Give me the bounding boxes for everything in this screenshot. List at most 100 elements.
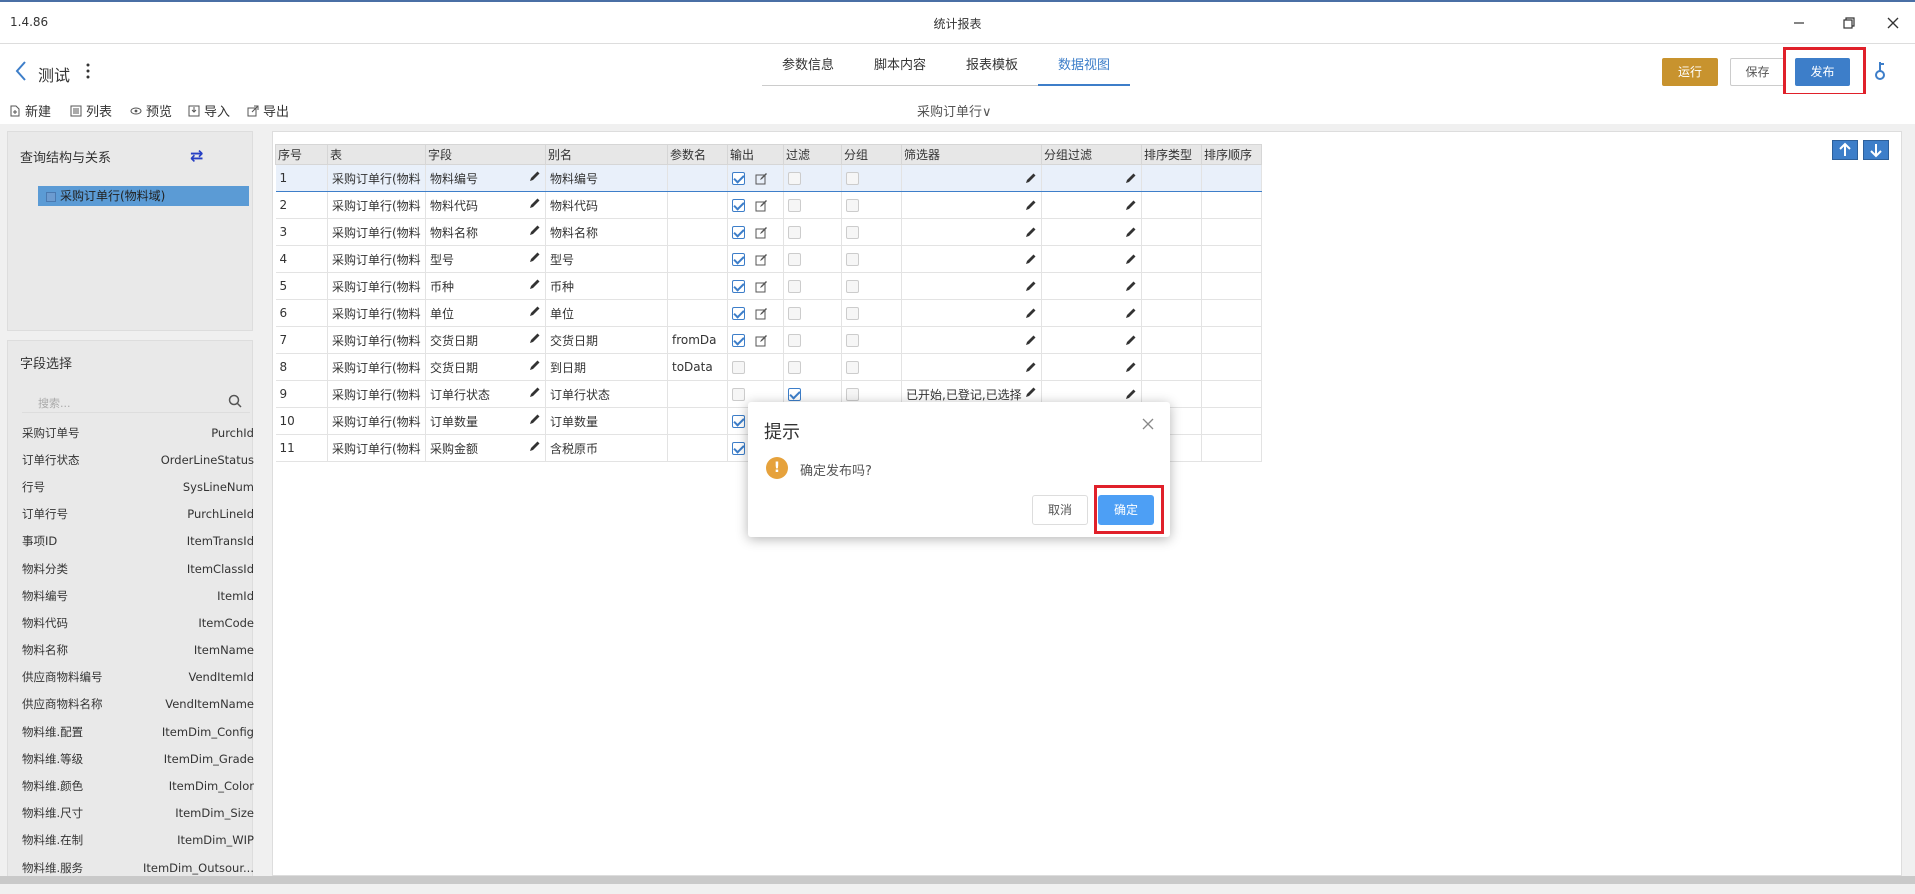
field-edit-pencil-icon[interactable] [529,305,541,317]
filter-pencil-icon[interactable] [1025,361,1037,373]
cell-field[interactable]: 交货日期 [425,353,546,381]
cell-param[interactable] [667,245,728,273]
table-row[interactable]: 7 采购订单行(物料 交货日期 交货日期 fromDa [275,326,1262,354]
cell-table[interactable]: 采购订单行(物料 [327,353,426,381]
column-header[interactable]: 序号 [275,144,328,165]
new-button[interactable]: 新建 [9,101,51,120]
column-header[interactable]: 排序类型 [1141,144,1202,165]
cell-param[interactable]: fromDa [667,326,728,354]
cell-alias[interactable]: 币种 [545,272,668,300]
cell-filter-value[interactable] [901,191,1042,219]
group-filter-pencil-icon[interactable] [1125,307,1137,319]
cell-table[interactable]: 采购订单行(物料 [327,191,426,219]
cell-sort-order[interactable] [1201,326,1262,354]
cell-param[interactable] [667,407,728,435]
edit-icon[interactable] [755,307,768,320]
filter-checkbox[interactable] [788,199,801,212]
column-header[interactable]: 筛选器 [901,144,1042,165]
cell-param[interactable] [667,380,728,408]
group-checkbox[interactable] [846,199,859,212]
field-edit-pencil-icon[interactable] [529,386,541,398]
output-checkbox[interactable] [732,442,745,455]
table-row[interactable]: 4 采购订单行(物料 型号 型号 [275,245,1262,273]
cell-alias[interactable]: 含税原币 [545,434,668,462]
cell-param[interactable]: toData [667,353,728,381]
output-checkbox[interactable] [732,280,745,293]
cell-field[interactable]: 物料名称 [425,218,546,246]
preview-button[interactable]: 预览 [130,101,172,120]
move-up-button[interactable] [1832,140,1858,160]
cell-alias[interactable]: 订单数量 [545,407,668,435]
cell-group-filter[interactable] [1041,245,1142,273]
save-button[interactable]: 保存 [1730,58,1785,86]
group-checkbox[interactable] [846,280,859,293]
output-checkbox[interactable] [732,307,745,320]
cell-alias[interactable]: 物料代码 [545,191,668,219]
cell-param[interactable] [667,299,728,327]
filter-checkbox[interactable] [788,307,801,320]
horizontal-scrollbar[interactable] [0,876,1915,884]
column-header[interactable]: 表 [327,144,426,165]
field-item[interactable]: 物料分类 ItemClassId [22,555,254,582]
group-checkbox[interactable] [846,307,859,320]
cell-sort-type[interactable] [1141,218,1202,246]
column-header[interactable]: 过滤 [783,144,842,165]
column-header[interactable]: 排序顺序 [1201,144,1262,165]
group-checkbox[interactable] [846,334,859,347]
list-button[interactable]: 列表 [70,101,112,120]
filter-checkbox[interactable] [788,280,801,293]
cell-field[interactable]: 采购金额 [425,434,546,462]
group-checkbox[interactable] [846,388,859,401]
column-header[interactable]: 别名 [545,144,668,165]
field-edit-pencil-icon[interactable] [529,332,541,344]
cell-filter-value[interactable] [901,272,1042,300]
cell-alias[interactable]: 物料编号 [545,164,668,192]
field-search[interactable]: 搜索... [22,391,250,413]
edit-icon[interactable] [755,226,768,239]
group-filter-pencil-icon[interactable] [1125,253,1137,265]
field-item[interactable]: 物料名称 ItemName [22,637,254,664]
cell-alias[interactable]: 单位 [545,299,668,327]
cell-alias[interactable]: 订单行状态 [545,380,668,408]
cell-field[interactable]: 币种 [425,272,546,300]
cell-sort-type[interactable] [1141,299,1202,327]
filter-checkbox[interactable] [788,172,801,185]
edit-icon[interactable] [755,199,768,212]
field-edit-pencil-icon[interactable] [529,170,541,182]
output-checkbox[interactable] [732,415,745,428]
edit-icon[interactable] [755,334,768,347]
cell-field[interactable]: 物料代码 [425,191,546,219]
field-edit-pencil-icon[interactable] [529,359,541,371]
cell-sort-type[interactable] [1141,191,1202,219]
filter-pencil-icon[interactable] [1025,334,1037,346]
cell-group-filter[interactable] [1041,218,1142,246]
cell-sort-order[interactable] [1201,191,1262,219]
cell-filter-value[interactable] [901,245,1042,273]
minimize-button[interactable] [1784,10,1814,36]
group-filter-pencil-icon[interactable] [1125,226,1137,238]
cell-filter-value[interactable] [901,326,1042,354]
cell-param[interactable] [667,434,728,462]
cell-alias[interactable]: 物料名称 [545,218,668,246]
field-item[interactable]: 订单行号 PurchLineId [22,501,254,528]
cell-sort-order[interactable] [1201,272,1262,300]
back-arrow-icon[interactable] [14,60,28,82]
datasource-select[interactable]: 采购订单行∨ [917,101,992,120]
cell-sort-order[interactable] [1201,434,1262,462]
cell-filter-value[interactable] [901,164,1042,192]
cell-sort-type[interactable] [1141,353,1202,381]
cell-sort-type[interactable] [1141,164,1202,192]
restore-button[interactable] [1834,10,1864,36]
filter-pencil-icon[interactable] [1025,253,1037,265]
dialog-close-icon[interactable] [1142,418,1154,430]
field-item[interactable]: 采购订单号 PurchId [22,419,254,446]
cell-sort-order[interactable] [1201,380,1262,408]
table-row[interactable]: 6 采购订单行(物料 单位 单位 [275,299,1262,327]
output-checkbox[interactable] [732,388,745,401]
cell-sort-order[interactable] [1201,164,1262,192]
filter-checkbox[interactable] [788,388,801,401]
cell-group-filter[interactable] [1041,164,1142,192]
move-down-button[interactable] [1863,140,1889,160]
cell-param[interactable] [667,164,728,192]
field-edit-pencil-icon[interactable] [529,440,541,452]
